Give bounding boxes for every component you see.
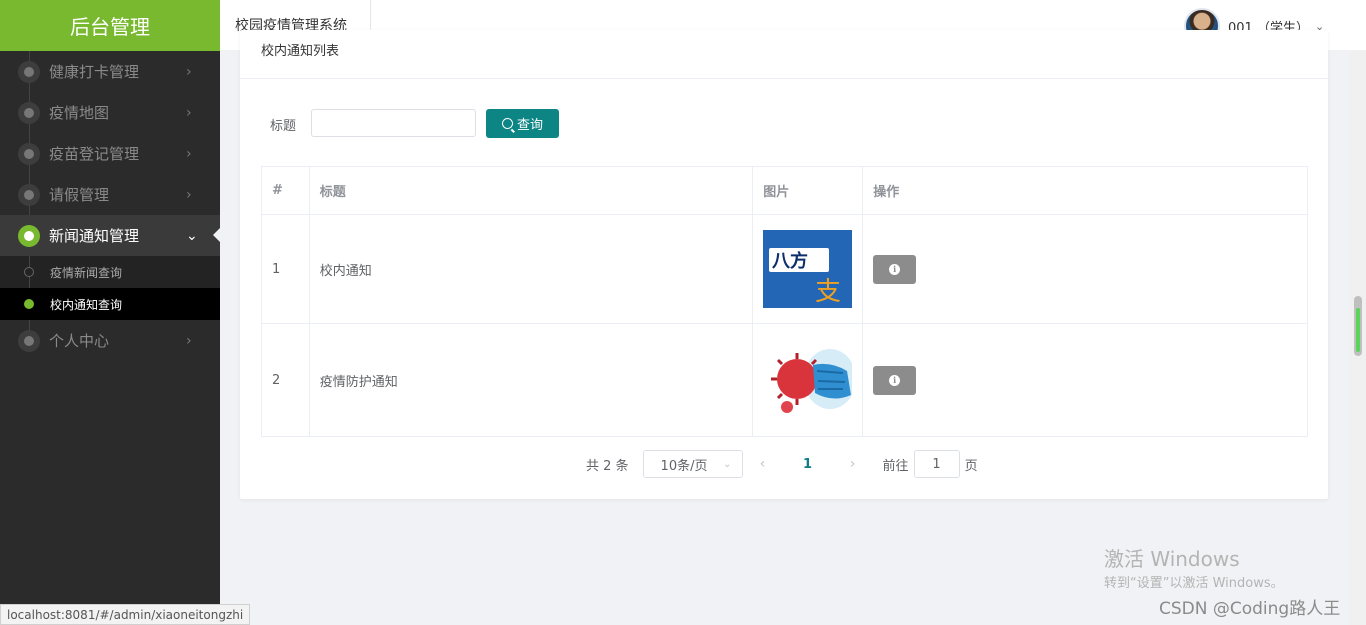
row-image-cell: 八方 支 [752,214,864,324]
chevron-right-icon: › [186,332,192,349]
csdn-watermark: CSDN @Coding路人王 [1159,599,1341,619]
bullet-icon [24,267,34,277]
row-image-cell [752,323,864,437]
sidebar-subitem-label: 校内通知查询 [50,297,123,312]
table-row: 2 疫情防护通知 i [261,323,1308,437]
sidebar-submenu: 疫情新闻查询 校内通知查询 [0,256,220,320]
row-index: 2 [261,323,310,437]
goto-page-input[interactable]: 1 [913,450,960,478]
table-header-row: # 标题 图片 操作 [261,166,1308,215]
sidebar-item-health-checkin[interactable]: 健康打卡管理 › [0,51,220,92]
row-index: 1 [261,214,310,324]
search-button-label: 查询 [516,118,543,133]
sidebar-menu: 健康打卡管理 › 疫情地图 › 疫苗登记管理 › 请假管理 › 新闻通知管理 ⌄ [0,51,220,361]
column-header-actions: 操作 [862,166,1308,215]
table-row: 1 校内通知 八方 支 i [261,214,1308,324]
chevron-down-icon: ⌄ [186,227,198,244]
column-header-image: 图片 [752,166,864,215]
pagination-total: 共 2 条 [586,458,629,474]
sidebar-subitem-campus-notice[interactable]: 校内通知查询 [0,288,220,320]
divider [240,78,1328,79]
sidebar-item-label: 个人中心 [49,332,110,350]
sidebar-subitem-epidemic-news[interactable]: 疫情新闻查询 [0,256,220,288]
globe-icon [18,184,40,206]
card-title: 校内通知列表 [261,44,340,59]
sidebar-item-personal-center[interactable]: 个人中心 › [0,320,220,361]
search-button[interactable]: 查询 [486,109,559,138]
browser-status-url: localhost:8081/#/admin/xiaoneitongzhi [0,604,251,625]
row-actions: i [862,323,1308,437]
notice-table: # 标题 图片 操作 1 校内通知 八方 支 i 2 疫情防护通知 i [261,166,1308,437]
chevron-down-icon: ⌄ [723,458,732,470]
sidebar-item-leave[interactable]: 请假管理 › [0,174,220,215]
sidebar-item-label: 健康打卡管理 [49,63,140,81]
globe-icon [18,143,40,165]
thumbnail-text: 八方 [772,250,808,272]
chevron-right-icon: › [186,186,192,203]
app-logo: 后台管理 [0,0,220,51]
page-size-select[interactable]: 10条/页 ⌄ [642,450,743,478]
prev-page-button[interactable]: ‹ [757,456,769,472]
info-button[interactable]: i [873,254,917,284]
active-indicator [213,228,220,242]
chevron-right-icon: › [186,145,192,162]
windows-activate-title: 激活 Windows [1104,547,1240,571]
title-search-input[interactable] [311,109,476,137]
search-icon [501,118,513,129]
svg-text:支: 支 [815,277,841,307]
globe-icon [18,330,40,352]
row-actions: i [862,214,1308,324]
row-title: 校内通知 [308,214,754,324]
notice-list-card: 校内通知列表 标题 查询 # 标题 图片 操作 1 校内通知 八方 支 i 2 … [240,30,1328,499]
goto-label: 前往 [882,458,909,474]
sidebar-item-label: 疫苗登记管理 [49,145,140,163]
sidebar-item-epidemic-map[interactable]: 疫情地图 › [0,92,220,133]
globe-icon [18,61,40,83]
info-button[interactable]: i [873,365,917,395]
pagination: 共 2 条 10条/页 ⌄ ‹ 1 › 前往 1 页 [586,450,978,478]
globe-icon [18,102,40,124]
page-size-value: 10条/页 [660,458,708,474]
page-scrollbar[interactable] [1349,50,1366,625]
chevron-right-icon: › [186,63,192,80]
sidebar-item-label: 请假管理 [49,186,110,204]
scroll-indicator [1356,308,1360,352]
row-title: 疫情防护通知 [308,323,754,437]
page-suffix: 页 [964,458,978,474]
next-page-button[interactable]: › [847,456,859,472]
sidebar-item-vaccine-registration[interactable]: 疫苗登记管理 › [0,133,220,174]
column-header-index: # [261,166,310,215]
column-header-title: 标题 [308,166,754,215]
sidebar: 后台管理 健康打卡管理 › 疫情地图 › 疫苗登记管理 › 请假管理 › 新闻通… [0,0,220,625]
globe-icon [18,225,40,247]
virus-thumbnail [763,341,853,419]
windows-activate-hint: 转到“设置”以激活 Windows。 [1104,576,1284,591]
info-icon: i [889,374,901,386]
bullet-icon [24,299,34,309]
info-icon: i [889,263,901,275]
sidebar-item-news-notice[interactable]: 新闻通知管理 ⌄ [0,215,220,256]
news-thumbnail: 八方 支 [763,230,853,308]
search-label: 标题 [270,119,297,134]
sidebar-subitem-label: 疫情新闻查询 [50,265,123,280]
sidebar-item-label: 新闻通知管理 [49,227,140,245]
sidebar-item-label: 疫情地图 [49,104,110,122]
chevron-right-icon: › [186,104,192,121]
current-page[interactable]: 1 [783,457,833,472]
